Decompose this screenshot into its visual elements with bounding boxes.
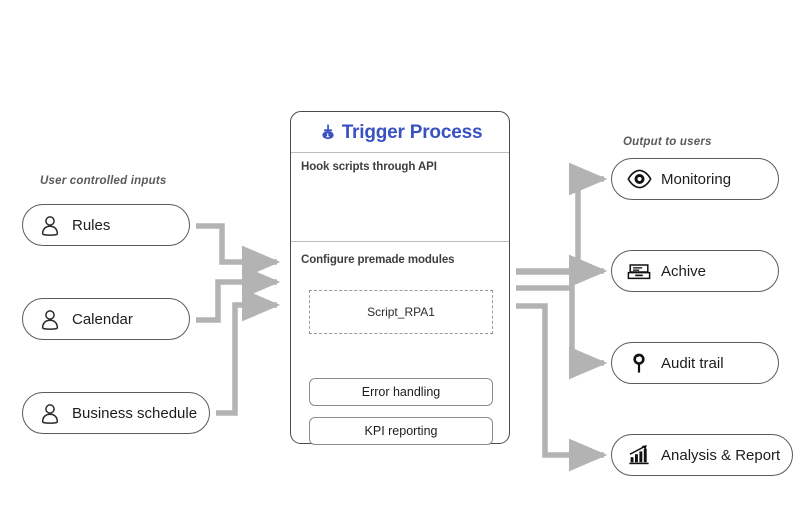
user-icon [37,306,63,332]
output-node-audit-trail[interactable]: Audit trail [611,342,779,384]
bar-chart-icon [626,442,652,468]
module-label: KPI reporting [364,424,438,438]
input-node-business-schedule[interactable]: Business schedule [22,392,210,434]
output-node-monitoring[interactable]: Monitoring [611,158,779,200]
output-label: Monitoring [661,170,732,188]
output-node-achive[interactable]: Achive [611,250,779,292]
input-label: Rules [72,216,111,234]
connector-calendar-to-process [196,265,281,323]
eye-icon [626,166,652,192]
section-divider [291,241,509,242]
connector-business-to-process [216,288,281,416]
archive-drawer-icon [626,258,652,284]
output-node-analysis-report[interactable]: Analysis & Report [611,434,793,476]
connector-process-to-audit [516,285,608,380]
input-node-calendar[interactable]: Calendar [22,298,190,340]
input-label: Business schedule [72,404,198,422]
trigger-plug-icon [318,123,338,143]
output-label: Analysis & Report [661,446,781,464]
section-heading-api: Hook scripts through API [301,161,437,173]
user-icon [37,212,63,238]
process-header: Trigger Process [291,112,509,153]
user-icon [37,400,63,426]
input-node-rules[interactable]: Rules [22,204,190,246]
section-heading-modules: Configure premade modules [301,254,455,266]
magnifier-pin-icon [626,350,652,376]
module-button-kpi-reporting[interactable]: KPI reporting [309,417,493,445]
outputs-caption: Output to users [623,136,712,148]
output-label: Achive [661,262,707,280]
output-label: Audit trail [661,354,724,372]
script-name: Script_RPA1 [367,305,435,319]
module-label: Error handling [361,385,441,399]
connector-process-to-analysis [516,303,608,472]
module-button-error-handling[interactable]: Error handling [309,378,493,406]
input-label: Calendar [72,310,133,328]
trigger-process-card[interactable]: Trigger Process Hook scripts through API… [290,111,510,445]
script-placeholder-box[interactable]: Script_RPA1 [309,290,493,334]
connector-rules-to-process [196,223,281,279]
inputs-caption: User controlled inputs [40,175,167,187]
diagram-canvas: User controlled inputs Output to users R… [0,0,801,518]
connector-process-to-monitoring [516,162,608,275]
process-title: Trigger Process [341,122,483,143]
